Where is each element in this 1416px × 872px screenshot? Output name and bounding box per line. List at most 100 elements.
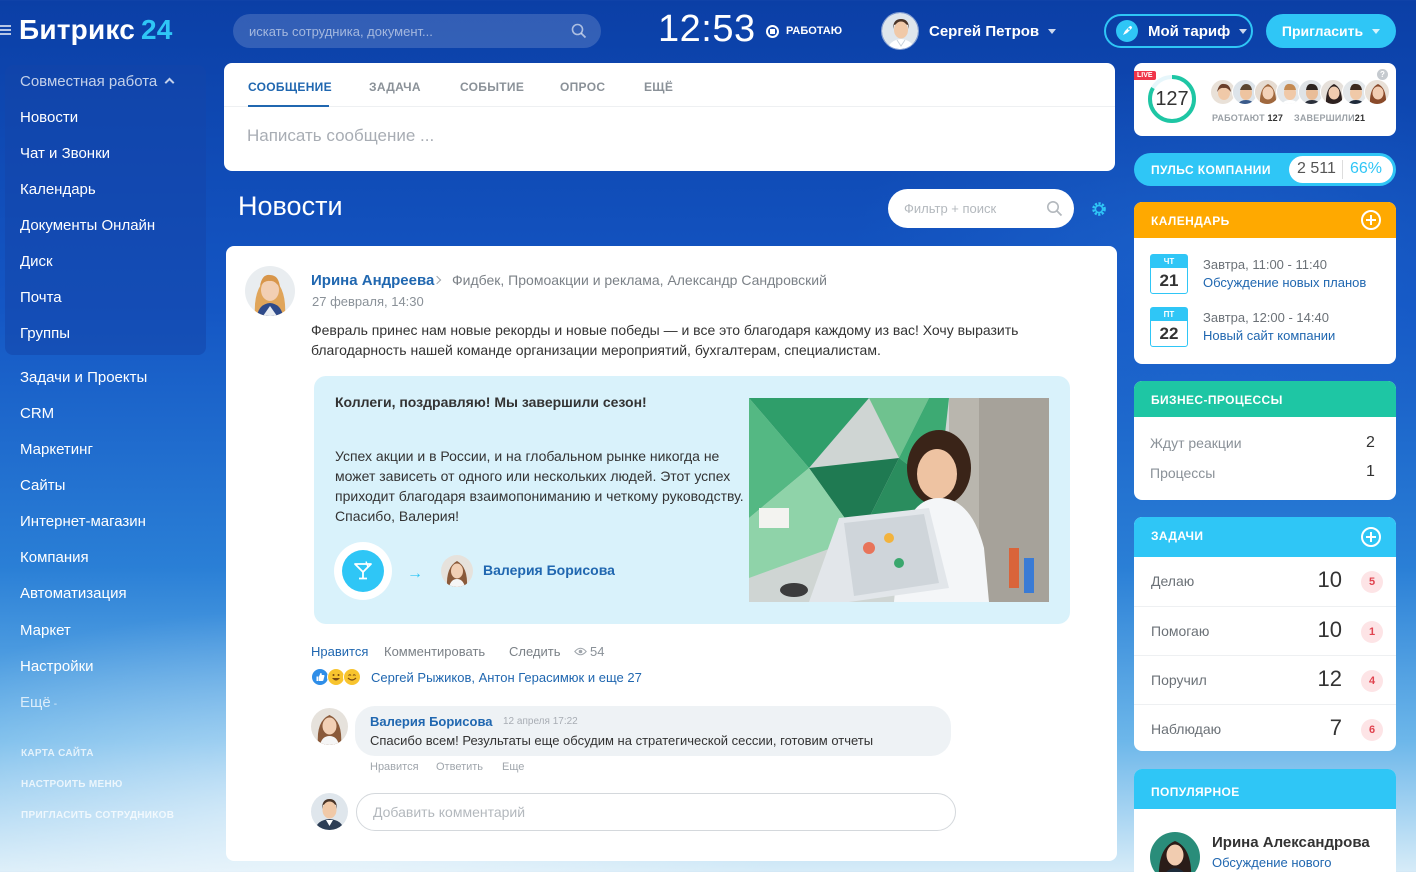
sidebar-item-market[interactable]: Маркет	[20, 622, 71, 639]
search-icon[interactable]	[1046, 200, 1063, 217]
recipient-name[interactable]: Валерия Борисова	[483, 562, 615, 578]
search-icon[interactable]	[571, 23, 587, 39]
comment-text: Спасибо всем! Результаты еще обсудим на …	[370, 733, 874, 748]
task-row-assigned[interactable]: Поручил 12 4	[1134, 655, 1396, 704]
bp-awaiting[interactable]: Ждут реакции	[1150, 435, 1242, 451]
user-name: Сергей Петров	[929, 22, 1040, 40]
event-title[interactable]: Новый сайт компании	[1203, 328, 1335, 343]
tab-event[interactable]: СОБЫТИЕ	[460, 80, 524, 94]
tab-message[interactable]: СООБЩЕНИЕ	[248, 80, 332, 94]
sidebar-group-title-label: Совместная работа	[20, 73, 158, 90]
bp-title: БИЗНЕС-ПРОЦЕССЫ	[1151, 393, 1283, 407]
add-task-icon[interactable]	[1361, 527, 1381, 547]
chevron-down-icon	[1239, 28, 1248, 34]
post-destinations[interactable]: Фидбек, Промоакции и реклама, Александр …	[452, 272, 827, 288]
chevron-down-icon	[1372, 28, 1381, 34]
bp-awaiting-count: 2	[1366, 434, 1375, 451]
sidebar-item-marketing[interactable]: Маркетинг	[20, 441, 93, 458]
gratitude-title: Коллеги, поздравляю! Мы завершили сезон!	[335, 394, 647, 410]
recipient-avatar[interactable]	[441, 555, 473, 587]
sidebar-group-title[interactable]: Совместная работа	[20, 73, 175, 90]
clock[interactable]: 12:53	[658, 8, 756, 51]
gratitude-block: Коллеги, поздравляю! Мы завершили сезон!…	[314, 376, 1070, 624]
sidebar-item-mail[interactable]: Почта	[20, 289, 62, 306]
event-day: 21	[1159, 271, 1179, 290]
my-tariff-button[interactable]: Мой тариф	[1104, 14, 1253, 48]
popular-subtitle[interactable]: Обсуждение нового	[1212, 855, 1331, 870]
configure-menu-link[interactable]: НАСТРОИТЬ МЕНЮ	[21, 779, 123, 790]
sitemap-link[interactable]: КАРТА САЙТА	[21, 748, 94, 759]
comment-more-button[interactable]: Еще	[502, 761, 524, 773]
logo[interactable]: Битрикс 24	[19, 14, 173, 46]
event-title[interactable]: Обсуждение новых планов	[1203, 275, 1366, 290]
working-label: РАБОТАЮТ	[1212, 113, 1265, 123]
sidebar-item-docs[interactable]: Документы Онлайн	[20, 217, 155, 234]
tab-task[interactable]: ЗАДАЧА	[369, 80, 421, 94]
cocktail-icon	[334, 542, 392, 600]
sidebar-item-sites[interactable]: Сайты	[20, 477, 65, 494]
tasks-title: ЗАДАЧИ	[1151, 529, 1204, 543]
gratitude-text: Успех акции и в России, и на глобальном …	[335, 448, 744, 524]
sidebar-item-shop[interactable]: Интернет-магазин	[20, 513, 146, 530]
popular-title: ПОПУЛЯРНОЕ	[1151, 785, 1240, 799]
bp-processes[interactable]: Процессы	[1150, 465, 1215, 481]
popular-header[interactable]: ПОПУЛЯРНОЕ	[1134, 769, 1396, 809]
popular-avatar[interactable]	[1150, 832, 1200, 872]
sidebar-item-automation[interactable]: Автоматизация	[20, 585, 127, 602]
bp-header[interactable]: БИЗНЕС-ПРОЦЕССЫ	[1134, 381, 1396, 417]
reacted-users[interactable]: Сергей Рыжиков, Антон Герасимюк и еще 27	[371, 670, 642, 685]
tab-poll[interactable]: ОПРОС	[560, 80, 605, 94]
sidebar-item-disk[interactable]: Диск	[20, 253, 53, 270]
task-row-doing[interactable]: Делаю 10 5	[1134, 557, 1396, 606]
like-button[interactable]: Нравится	[311, 644, 368, 659]
pulse-percent: 66%	[1350, 160, 1383, 177]
comment-date[interactable]: 12 апреля 17:22	[503, 716, 578, 727]
comment-reply-button[interactable]: Ответить	[436, 761, 483, 773]
post-date[interactable]: 27 февраля, 14:30	[312, 294, 424, 309]
reactions-icons[interactable]	[311, 668, 367, 686]
work-status[interactable]: РАБОТАЮ	[766, 23, 842, 39]
sidebar-item-groups[interactable]: Группы	[20, 325, 70, 342]
company-pulse-widget[interactable]: ПУЛЬС КОМПАНИИ 2 511 66%	[1134, 153, 1396, 186]
calendar-widget: КАЛЕНДАРЬ ЧТ 21 Завтра, 11:00 - 11:40 Об…	[1134, 202, 1396, 364]
popular-name[interactable]: Ирина Александрова	[1212, 834, 1370, 851]
invite-button[interactable]: Пригласить	[1266, 14, 1396, 48]
follow-button[interactable]: Следить	[509, 644, 561, 659]
gear-icon[interactable]	[1089, 199, 1109, 219]
calendar-header[interactable]: КАЛЕНДАРЬ	[1134, 202, 1396, 238]
sidebar-item-company[interactable]: Компания	[20, 549, 89, 566]
author-avatar[interactable]	[245, 266, 295, 316]
comment-button[interactable]: Комментировать	[384, 644, 485, 659]
post-author[interactable]: Ирина Андреева	[311, 272, 434, 289]
tasks-header[interactable]: ЗАДАЧИ	[1134, 517, 1396, 557]
working-value: 127	[1267, 113, 1284, 123]
comment-author[interactable]: Валерия Борисова	[370, 714, 493, 729]
user-menu[interactable]: Сергей Петров	[881, 12, 1057, 50]
sidebar-item-calendar[interactable]: Календарь	[20, 181, 96, 198]
pulse-label: ПУЛЬС КОМПАНИИ	[1151, 163, 1271, 177]
business-processes-widget: БИЗНЕС-ПРОЦЕССЫ Ждут реакции 2 Процессы …	[1134, 381, 1396, 500]
add-comment-input[interactable]	[356, 793, 956, 831]
task-row-helping[interactable]: Помогаю 10 1	[1134, 606, 1396, 655]
sidebar-item-crm[interactable]: CRM	[20, 405, 54, 422]
sidebar-item-chat[interactable]: Чат и Звонки	[20, 145, 110, 162]
search-input[interactable]	[233, 14, 601, 48]
add-event-icon[interactable]	[1361, 210, 1381, 230]
task-row-watching[interactable]: Наблюдаю 7 6	[1134, 704, 1396, 751]
tab-more[interactable]: ЕЩЁ	[644, 80, 673, 94]
feed-post: Ирина Андреева Фидбек, Промоакции и рекл…	[226, 246, 1117, 861]
invite-employees-link[interactable]: ПРИГЛАСИТЬ СОТРУДНИКОВ	[21, 810, 174, 821]
popular-widget: ПОПУЛЯРНОЕ Ирина Александрова Обсуждение…	[1134, 769, 1396, 872]
event-dow: ЧТ	[1151, 255, 1187, 268]
comment-like-button[interactable]: Нравится	[370, 761, 419, 773]
sidebar-item-more[interactable]: Ещё -	[20, 694, 57, 711]
message-input[interactable]: Написать сообщение ...	[247, 126, 434, 146]
sidebar-item-settings[interactable]: Настройки	[20, 658, 94, 675]
menu-burger-icon[interactable]	[0, 25, 11, 36]
sidebar-item-tasks[interactable]: Задачи и Проекты	[20, 369, 147, 386]
arrow-right-icon: →	[407, 565, 423, 582]
commenter-avatar[interactable]	[311, 708, 348, 745]
help-icon[interactable]: ?	[1377, 69, 1388, 80]
employees-widget[interactable]: LIVE 127 РАБОТАЮТ 127 ЗАВЕРШИЛИ21 ?	[1134, 63, 1396, 136]
sidebar-item-news[interactable]: Новости	[20, 109, 78, 126]
